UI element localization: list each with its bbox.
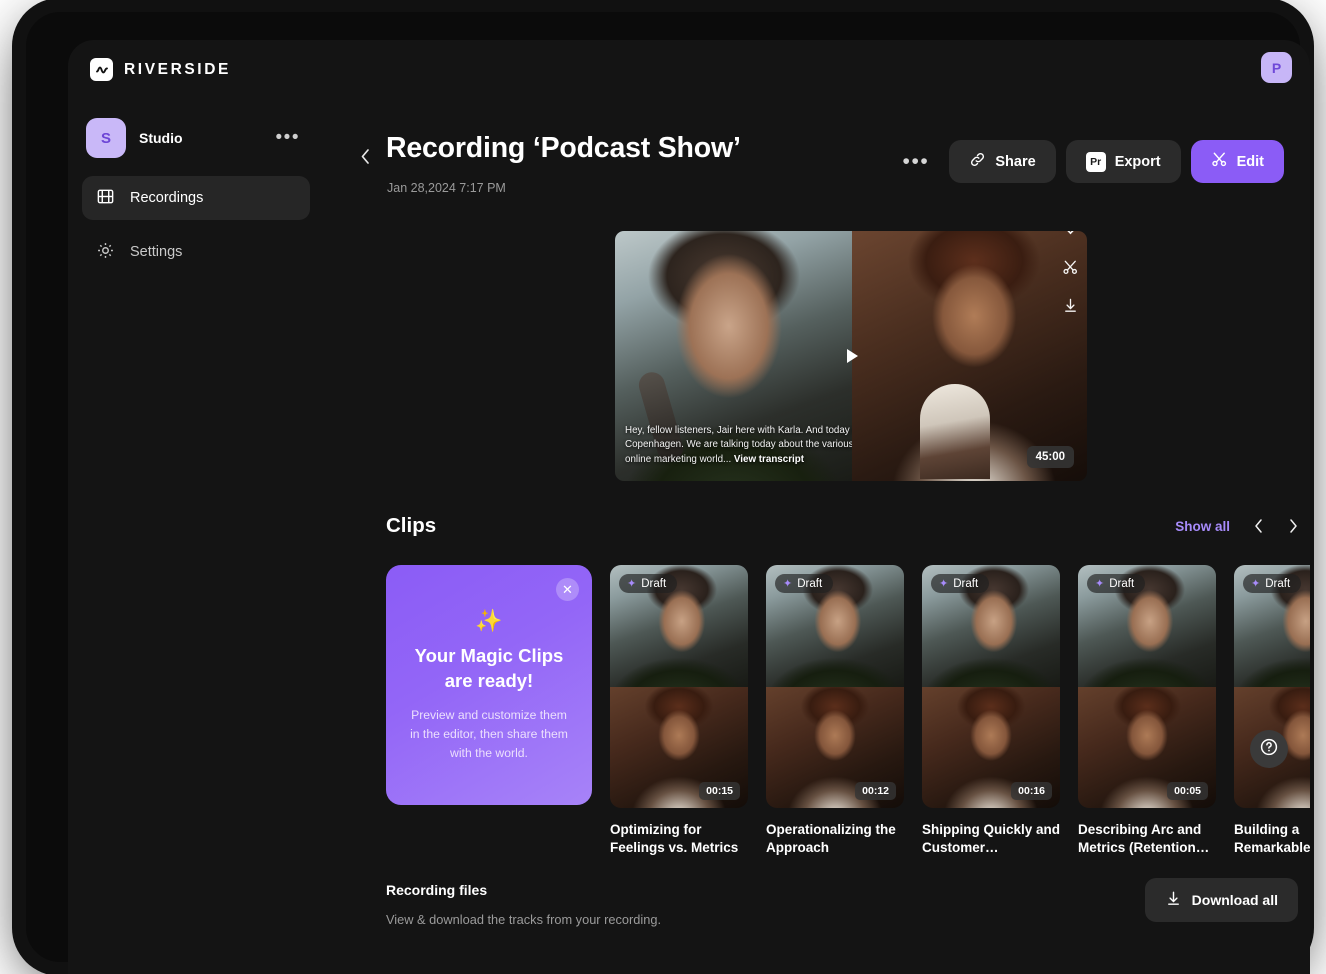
chevron-left-icon[interactable]	[360, 148, 371, 170]
sparkle-icon: ✦	[783, 577, 792, 590]
download-all-button[interactable]: Download all	[1145, 878, 1298, 922]
status-badge-label: Draft	[797, 578, 822, 590]
brand-logo[interactable]: RIVERSIDE	[90, 58, 231, 81]
status-badge: ✦ Draft	[775, 574, 833, 593]
status-badge-label: Draft	[1109, 578, 1134, 590]
recording-files-section: Recording files View & download the trac…	[386, 882, 1298, 927]
clip-thumbnail[interactable]: ✦ Draft 00:16	[922, 565, 1060, 808]
sparkle-icon: ✦	[1095, 577, 1104, 590]
clip-card[interactable]: ✦ Draft 00:15 Optimizing for Feelings vs…	[610, 565, 748, 855]
brand-bar: RIVERSIDE P	[68, 40, 1310, 102]
clips-carousel[interactable]: ✕ ✨ Your Magic Clips are ready! Preview …	[386, 565, 1310, 855]
workspace-menu-icon[interactable]: •••	[276, 133, 306, 143]
edit-button[interactable]: Edit	[1191, 140, 1284, 183]
link-icon	[969, 151, 986, 172]
question-mark-icon	[1259, 737, 1279, 762]
clips-title: Clips	[386, 514, 1175, 538]
status-badge: ✦ Draft	[619, 574, 677, 593]
status-badge: ✦ Draft	[1087, 574, 1145, 593]
clip-thumbnail[interactable]: ✦ Draft 00:05	[1078, 565, 1216, 808]
premiere-pr-icon: Pr	[1086, 152, 1106, 172]
close-icon[interactable]: ✕	[556, 578, 579, 601]
player-tools	[1062, 231, 1079, 319]
waveform-icon	[90, 58, 113, 81]
download-icon	[1165, 890, 1182, 910]
sparkles-icon: ✨	[475, 608, 502, 634]
clip-duration: 00:16	[1011, 782, 1052, 800]
film-strip-icon	[96, 187, 115, 210]
recording-date: Jan 28,2024 7:17 PM	[387, 181, 506, 195]
clip-thumbnail[interactable]: ✦ Draft 00:	[1234, 565, 1310, 808]
clip-card[interactable]: ✦ Draft 00:12 Operationalizing the Appro…	[766, 565, 904, 855]
page-header: Recording ‘Podcast Show’ Jan 28,2024 7:1…	[324, 102, 1310, 194]
main-content: Recording ‘Podcast Show’ Jan 28,2024 7:1…	[324, 102, 1310, 974]
sidebar: S Studio ••• Recordings	[68, 102, 324, 974]
download-all-label: Download all	[1192, 892, 1278, 908]
workspace-name: Studio	[139, 130, 276, 146]
clip-card[interactable]: ✦ Draft 00:05 Describing Arc and Metrics…	[1078, 565, 1216, 855]
clip-title: Describing Arc and Metrics (Retention…	[1078, 821, 1216, 855]
scissors-icon[interactable]	[1062, 259, 1079, 281]
clip-card[interactable]: ✦ Draft 00: Building a Remarkable Cult	[1234, 565, 1310, 855]
clip-title: Shipping Quickly and Customer…	[922, 821, 1060, 855]
sidebar-item-settings[interactable]: Settings	[82, 230, 310, 274]
clip-card[interactable]: ✦ Draft 00:16 Shipping Quickly and Custo…	[922, 565, 1060, 855]
sidebar-label-recordings: Recordings	[130, 190, 203, 206]
sparkle-icon: ✦	[1251, 577, 1260, 590]
app-window: RIVERSIDE P S Studio •••	[68, 40, 1310, 974]
clip-thumbnail[interactable]: ✦ Draft 00:15	[610, 565, 748, 808]
export-label: Export	[1115, 154, 1161, 170]
workspace-avatar: S	[86, 118, 126, 158]
share-label: Share	[995, 154, 1035, 170]
scissors-icon	[1211, 151, 1228, 172]
clips-header: Clips Show all	[386, 514, 1298, 538]
clip-title: Optimizing for Feelings vs. Metrics	[610, 821, 748, 855]
magic-clips-promo-card: ✕ ✨ Your Magic Clips are ready! Preview …	[386, 565, 592, 805]
sidebar-label-settings: Settings	[130, 244, 182, 260]
header-actions: ••• Share Pr Export	[893, 140, 1284, 183]
chevron-down-icon[interactable]	[1063, 231, 1078, 243]
play-icon[interactable]	[838, 343, 864, 369]
player-duration-badge: 45:00	[1027, 446, 1074, 468]
share-button[interactable]: Share	[949, 140, 1055, 183]
video-player[interactable]: Hey, fellow listeners, Jair here with Ka…	[615, 231, 1087, 481]
status-badge-label: Draft	[641, 578, 666, 590]
user-avatar[interactable]: P	[1261, 52, 1292, 83]
clip-thumbnail[interactable]: ✦ Draft 00:12	[766, 565, 904, 808]
video-pane-guest: 45:00	[852, 231, 1087, 481]
status-badge: ✦ Draft	[1243, 574, 1301, 593]
status-badge: ✦ Draft	[931, 574, 989, 593]
workspace-switcher[interactable]: S Studio •••	[82, 110, 310, 166]
page-title: Recording ‘Podcast Show’	[386, 132, 741, 165]
magic-card-subtitle: Preview and customize them in the editor…	[408, 706, 570, 763]
sparkle-icon: ✦	[939, 577, 948, 590]
sparkle-icon: ✦	[627, 577, 636, 590]
clip-title: Building a Remarkable Cult	[1234, 821, 1310, 855]
clips-next-button[interactable]	[1264, 518, 1298, 534]
video-pane-host: Hey, fellow listeners, Jair here with Ka…	[615, 231, 852, 481]
sidebar-item-recordings[interactable]: Recordings	[82, 176, 310, 220]
player-caption: Hey, fellow listeners, Jair here with Ka…	[625, 424, 852, 468]
brand-name: RIVERSIDE	[124, 61, 231, 79]
video-frame-guest	[852, 231, 1087, 481]
status-badge-label: Draft	[1265, 578, 1290, 590]
gear-icon	[96, 241, 115, 264]
clip-duration: 00:15	[699, 782, 740, 800]
device-frame: RIVERSIDE P S Studio •••	[26, 12, 1300, 962]
status-badge-label: Draft	[953, 578, 978, 590]
view-transcript-link[interactable]: View transcript	[734, 454, 804, 465]
clip-title: Operationalizing the Approach	[766, 821, 904, 855]
show-all-link[interactable]: Show all	[1175, 519, 1230, 534]
clip-duration: 00:05	[1167, 782, 1208, 800]
edit-label: Edit	[1237, 154, 1264, 170]
more-actions-icon[interactable]: •••	[893, 158, 940, 166]
clip-duration: 00:12	[855, 782, 896, 800]
help-button[interactable]	[1250, 730, 1288, 768]
clips-prev-button[interactable]	[1230, 518, 1264, 534]
export-button[interactable]: Pr Export	[1066, 140, 1181, 183]
download-icon[interactable]	[1062, 297, 1079, 319]
magic-card-title: Your Magic Clips are ready!	[408, 643, 570, 693]
